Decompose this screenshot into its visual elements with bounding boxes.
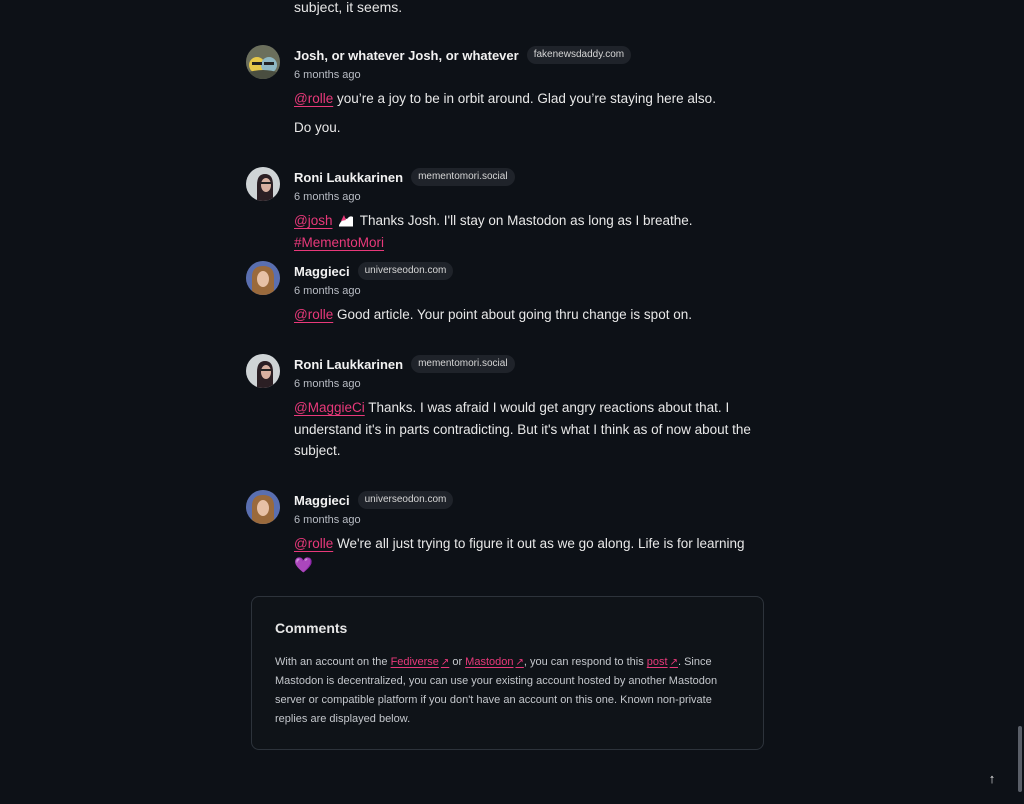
instance-badge[interactable]: universeodon.com [357, 262, 454, 280]
comment-text: @MaggieCi Thanks. I was afraid I would g… [294, 400, 751, 458]
instance-badge[interactable]: mementomori.social [411, 355, 515, 373]
person-avatar-icon[interactable] [246, 490, 280, 524]
mention-link[interactable]: @rolle [294, 536, 333, 551]
previous-comment-tail: subject, it seems. [294, 0, 403, 15]
comment-text: @rolle We're all just trying to figure i… [294, 533, 764, 576]
comment-timestamp[interactable]: 6 months ago [294, 190, 764, 204]
arrow-up-icon: ↑ [988, 771, 996, 786]
mention-link[interactable]: @josh [294, 213, 332, 228]
mention-link[interactable]: @MaggieCi [294, 400, 365, 415]
instance-badge[interactable]: mementomori.social [411, 168, 515, 186]
mastodon-link[interactable]: Mastodon ↗ [465, 656, 524, 668]
comment-timestamp[interactable]: 6 months ago [294, 377, 764, 391]
cartoon-avatar-icon[interactable] [246, 45, 280, 79]
comment-author[interactable]: Roni Laukkarinen [294, 170, 403, 185]
external-link-icon: ↗ [515, 657, 524, 668]
comment-author[interactable]: Maggieci [294, 493, 350, 508]
comment-author[interactable]: Roni Laukkarinen [294, 357, 403, 372]
fediverse-link[interactable]: Fediverse ↗ [391, 656, 450, 668]
comment-author[interactable]: Maggieci [294, 264, 350, 279]
comments-info-box: Comments With an account on the Fedivers… [251, 596, 764, 750]
person-avatar-icon[interactable] [246, 261, 280, 295]
instance-badge[interactable]: fakenewsdaddy.com [526, 46, 632, 64]
comment-author[interactable]: Josh, or whatever Josh, or whatever [294, 48, 519, 63]
comment-timestamp[interactable]: 6 months ago [294, 513, 764, 527]
person-avatar-icon[interactable] [246, 354, 280, 388]
custom-emoji-icon [339, 215, 354, 227]
back-to-top-button[interactable]: ↑ [983, 770, 1001, 788]
comment-timestamp[interactable]: 6 months ago [294, 284, 764, 298]
person-avatar-icon[interactable] [246, 167, 280, 201]
comments-heading: Comments [275, 620, 348, 636]
scrollbar-thumb[interactable] [1018, 726, 1022, 792]
comment-text: @rolle you’re a joy to be in orbit aroun… [294, 91, 716, 135]
mention-link[interactable]: @rolle [294, 307, 333, 322]
page: subject, it seems. Josh, or whatever Jos… [0, 0, 1024, 804]
comment-text: @josh Thanks Josh. I'll stay on Mastodon… [294, 213, 693, 250]
mention-link[interactable]: @rolle [294, 91, 333, 106]
instance-badge[interactable]: universeodon.com [357, 491, 454, 509]
comment-text: @rolle Good article. Your point about go… [294, 307, 692, 322]
comments-description: With an account on the Fediverse ↗ or Mas… [275, 656, 718, 725]
post-link[interactable]: post ↗ [647, 656, 678, 668]
hashtag-link[interactable]: #MementoMori [294, 235, 384, 250]
comment-timestamp[interactable]: 6 months ago [294, 68, 764, 82]
external-link-icon: ↗ [440, 657, 450, 668]
external-link-icon: ↗ [669, 657, 678, 668]
purple-heart-icon: 💜 [294, 556, 313, 574]
